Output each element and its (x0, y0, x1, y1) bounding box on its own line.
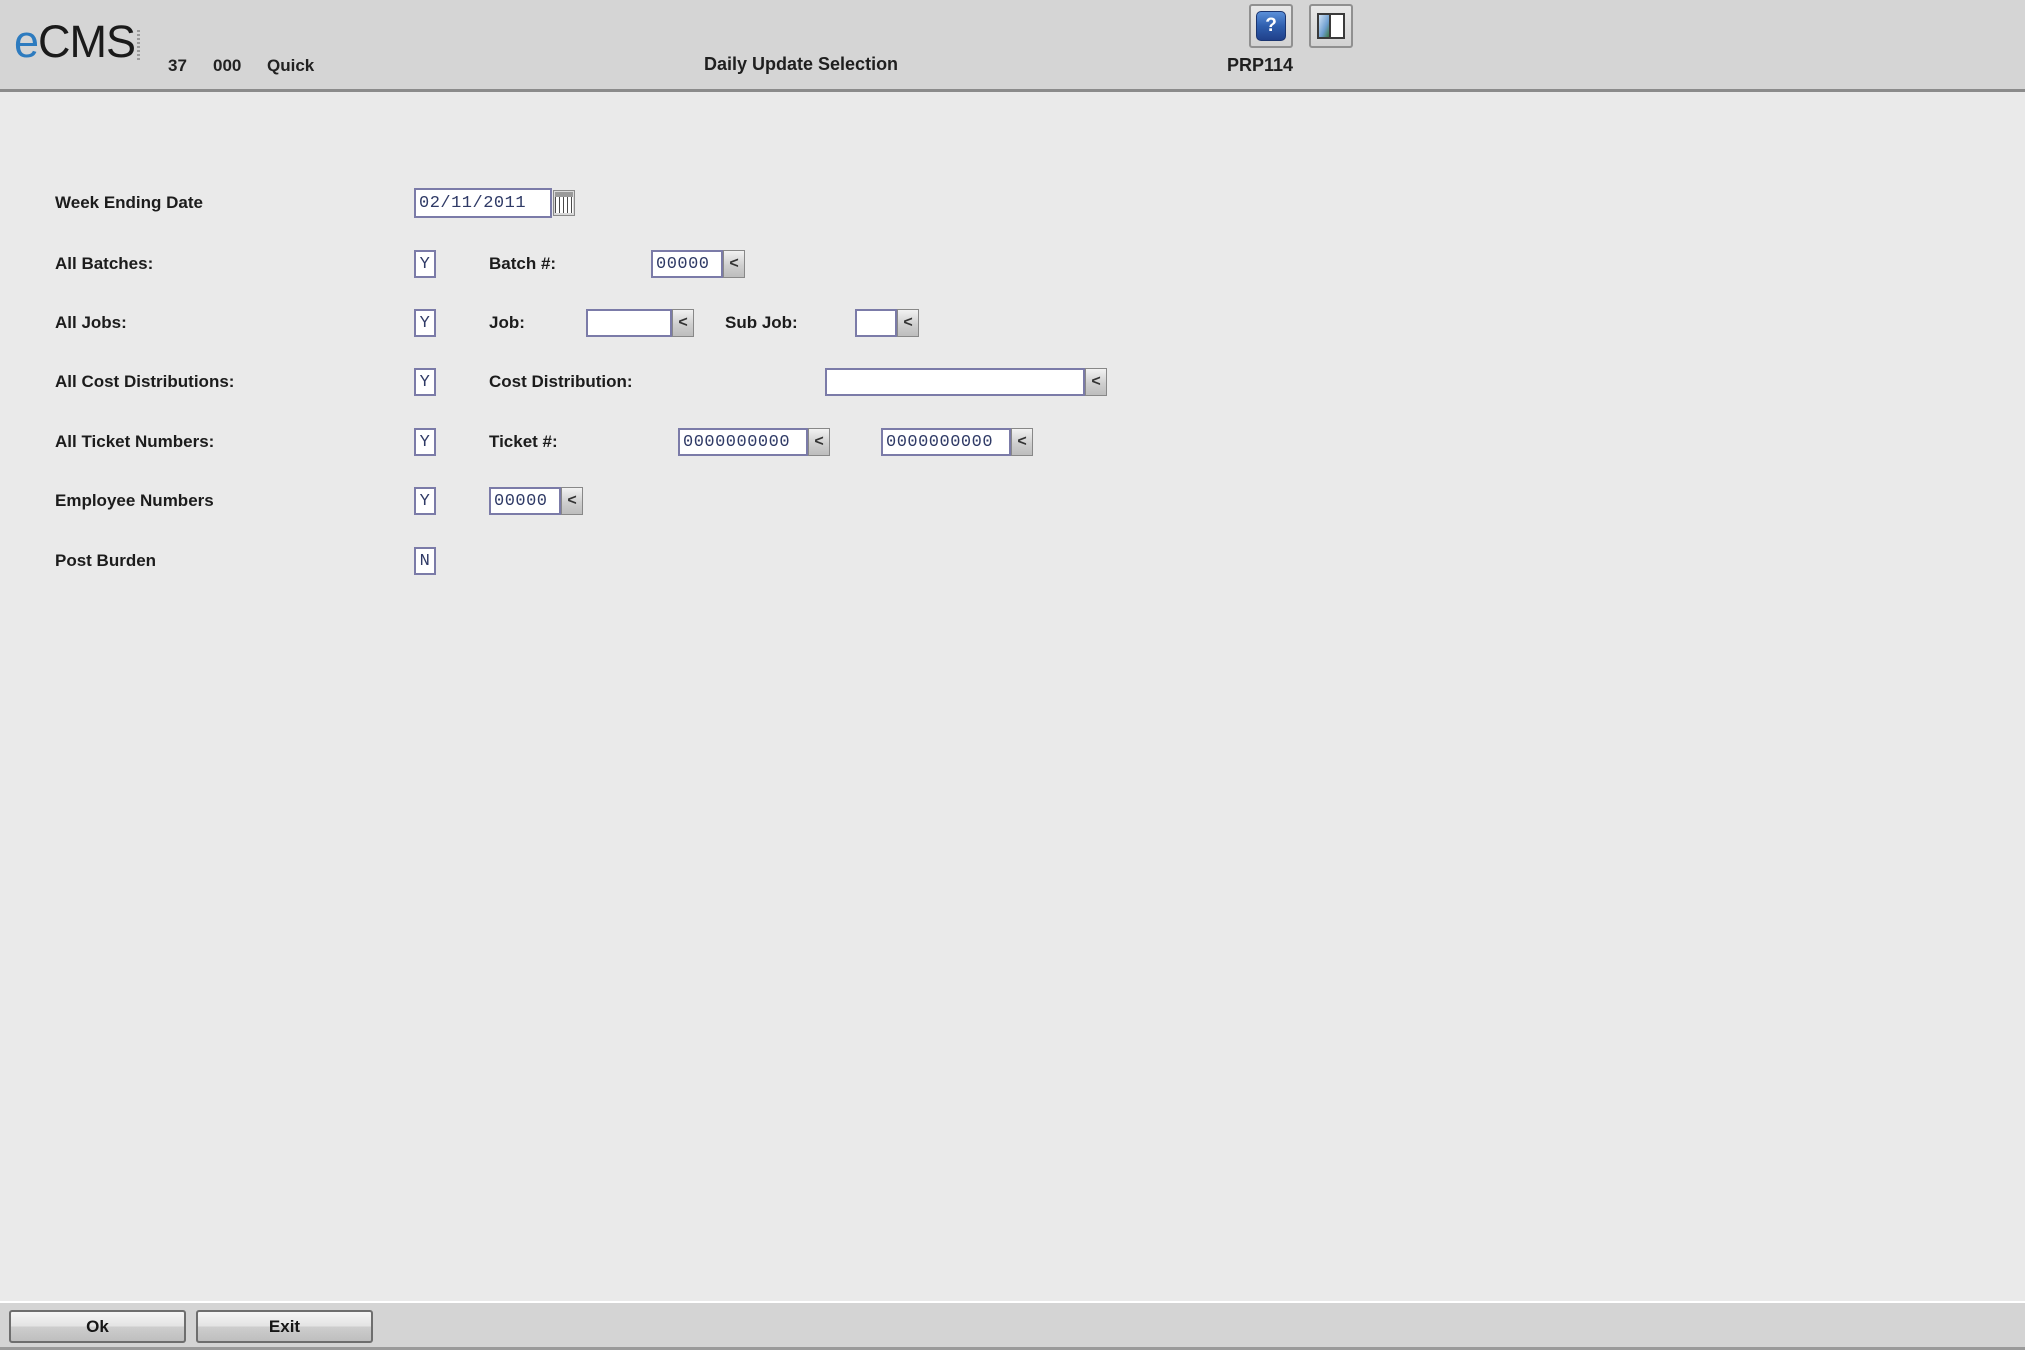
all-ticket-numbers-flag-input[interactable]: Y (414, 428, 436, 456)
all-batches-label: All Batches: (55, 254, 154, 273)
batch-number-label: Batch #: (489, 254, 557, 273)
job-label: Job: (489, 313, 525, 332)
row-all-jobs: All Jobs: Y Job: < Sub Job: < (0, 300, 2025, 346)
batch-number-input[interactable]: 00000 (651, 250, 723, 278)
row-all-batches: All Batches: Y Batch #: 00000 < (0, 241, 2025, 287)
all-jobs-flag-input[interactable]: Y (414, 309, 436, 337)
ticket-number-to-lookup-button[interactable]: < (1011, 428, 1033, 456)
post-burden-flag-input[interactable]: N (414, 547, 436, 575)
row-employee-numbers: Employee Numbers Y 00000 < (0, 478, 2025, 524)
all-cost-distributions-flag-input[interactable]: Y (414, 368, 436, 396)
help-button[interactable]: ? (1249, 4, 1293, 48)
cost-distribution-lookup-button[interactable]: < (1085, 368, 1107, 396)
cost-distribution-input[interactable] (825, 368, 1085, 396)
split-window-icon (1317, 13, 1345, 39)
all-batches-flag-input[interactable]: Y (414, 250, 436, 278)
sub-job-lookup-button[interactable]: < (897, 309, 919, 337)
week-ending-date-label: Week Ending Date (55, 193, 203, 212)
row-post-burden: Post Burden N (0, 538, 2025, 584)
calendar-picker-icon[interactable] (553, 190, 575, 216)
row-all-cost-distributions: All Cost Distributions: Y Cost Distribut… (0, 359, 2025, 405)
row-week-ending-date: Week Ending Date 02/11/2011 (0, 180, 2025, 226)
post-burden-label: Post Burden (55, 551, 157, 570)
employee-number-lookup-button[interactable]: < (561, 487, 583, 515)
ticket-number-from-lookup-button[interactable]: < (808, 428, 830, 456)
split-window-button[interactable] (1309, 4, 1353, 48)
employee-number-input[interactable]: 00000 (489, 487, 561, 515)
sub-job-label: Sub Job: (725, 313, 798, 332)
sub-job-input[interactable] (855, 309, 897, 337)
form-area: Week Ending Date 02/11/2011 All Batches:… (0, 92, 2025, 1301)
job-lookup-button[interactable]: < (672, 309, 694, 337)
footer-bar: Ok Exit (0, 1301, 2025, 1350)
row-all-ticket-numbers: All Ticket Numbers: Y Ticket #: 00000000… (0, 419, 2025, 465)
logo-text-cms: CMS (38, 16, 136, 67)
app-header: eCMS 37 000 Quick Daily Update Selection… (0, 0, 2025, 92)
all-cost-distributions-label: All Cost Distributions: (55, 372, 235, 391)
all-jobs-label: All Jobs: (55, 313, 127, 332)
exit-button[interactable]: Exit (196, 1310, 373, 1343)
page-title: Daily Update Selection (704, 54, 899, 74)
week-ending-date-input[interactable]: 02/11/2011 (414, 188, 552, 218)
ecms-logo: eCMS (14, 16, 136, 68)
all-ticket-numbers-label: All Ticket Numbers: (55, 432, 215, 451)
division-number: 000 (213, 56, 242, 75)
ticket-number-label: Ticket #: (489, 432, 558, 451)
job-input[interactable] (586, 309, 672, 337)
logo-letter-e: e (14, 16, 39, 67)
employee-numbers-label: Employee Numbers (55, 491, 214, 510)
company-number: 37 (168, 56, 187, 75)
program-id: PRP114 (1227, 55, 1294, 75)
user-name: Quick (267, 56, 315, 75)
cost-distribution-label: Cost Distribution: (489, 372, 633, 391)
ok-button[interactable]: Ok (9, 1310, 186, 1343)
header-divider (137, 30, 140, 62)
ticket-number-from-input[interactable]: 0000000000 (678, 428, 808, 456)
help-question-icon: ? (1256, 11, 1286, 41)
batch-number-lookup-button[interactable]: < (723, 250, 745, 278)
ticket-number-to-input[interactable]: 0000000000 (881, 428, 1011, 456)
employee-numbers-flag-input[interactable]: Y (414, 487, 436, 515)
